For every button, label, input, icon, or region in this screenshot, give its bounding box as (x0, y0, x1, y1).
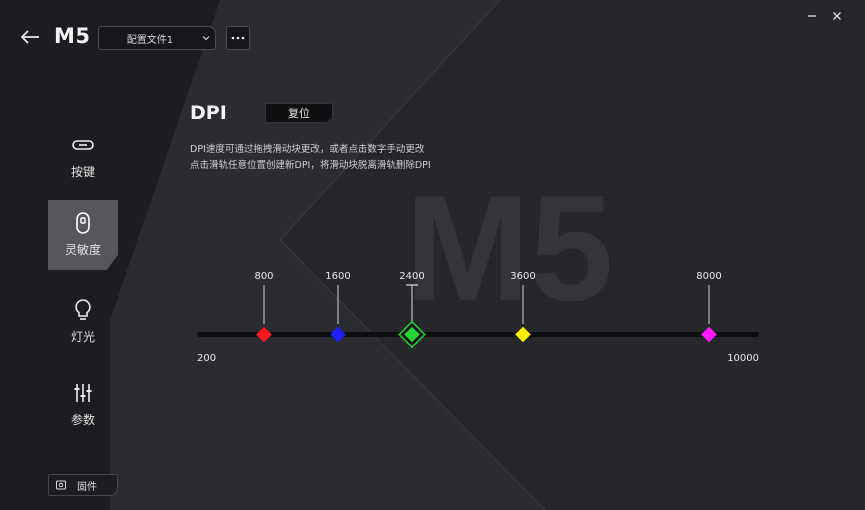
dpi-stage-value[interactable]: 8000 (696, 271, 721, 282)
dpi-slider: 200 10000 800 1600 2400 3600 8000 (197, 271, 759, 364)
dpi-max-label: 10000 (727, 353, 759, 364)
dpi-stage-4[interactable]: 3600 (510, 271, 536, 343)
dpi-stage-3[interactable]: 2400 (398, 271, 426, 349)
dpi-stage-handle[interactable] (515, 326, 531, 343)
dpi-stage-handle[interactable] (701, 326, 717, 343)
dpi-stage-handle[interactable] (330, 326, 346, 343)
dpi-stage-value[interactable]: 2400 (399, 271, 424, 282)
dpi-slider-track[interactable] (197, 332, 759, 337)
dpi-stage-5[interactable]: 8000 (696, 271, 722, 343)
dpi-stage-1[interactable]: 800 (254, 271, 274, 343)
dpi-stage-handle[interactable] (256, 326, 272, 343)
dpi-stage-value[interactable]: 1600 (325, 271, 350, 282)
dpi-stage-2[interactable]: 1600 (325, 271, 351, 343)
dpi-min-label: 200 (197, 353, 216, 364)
dpi-stage-value[interactable]: 3600 (510, 271, 535, 282)
dpi-stage-value[interactable]: 800 (254, 271, 273, 282)
